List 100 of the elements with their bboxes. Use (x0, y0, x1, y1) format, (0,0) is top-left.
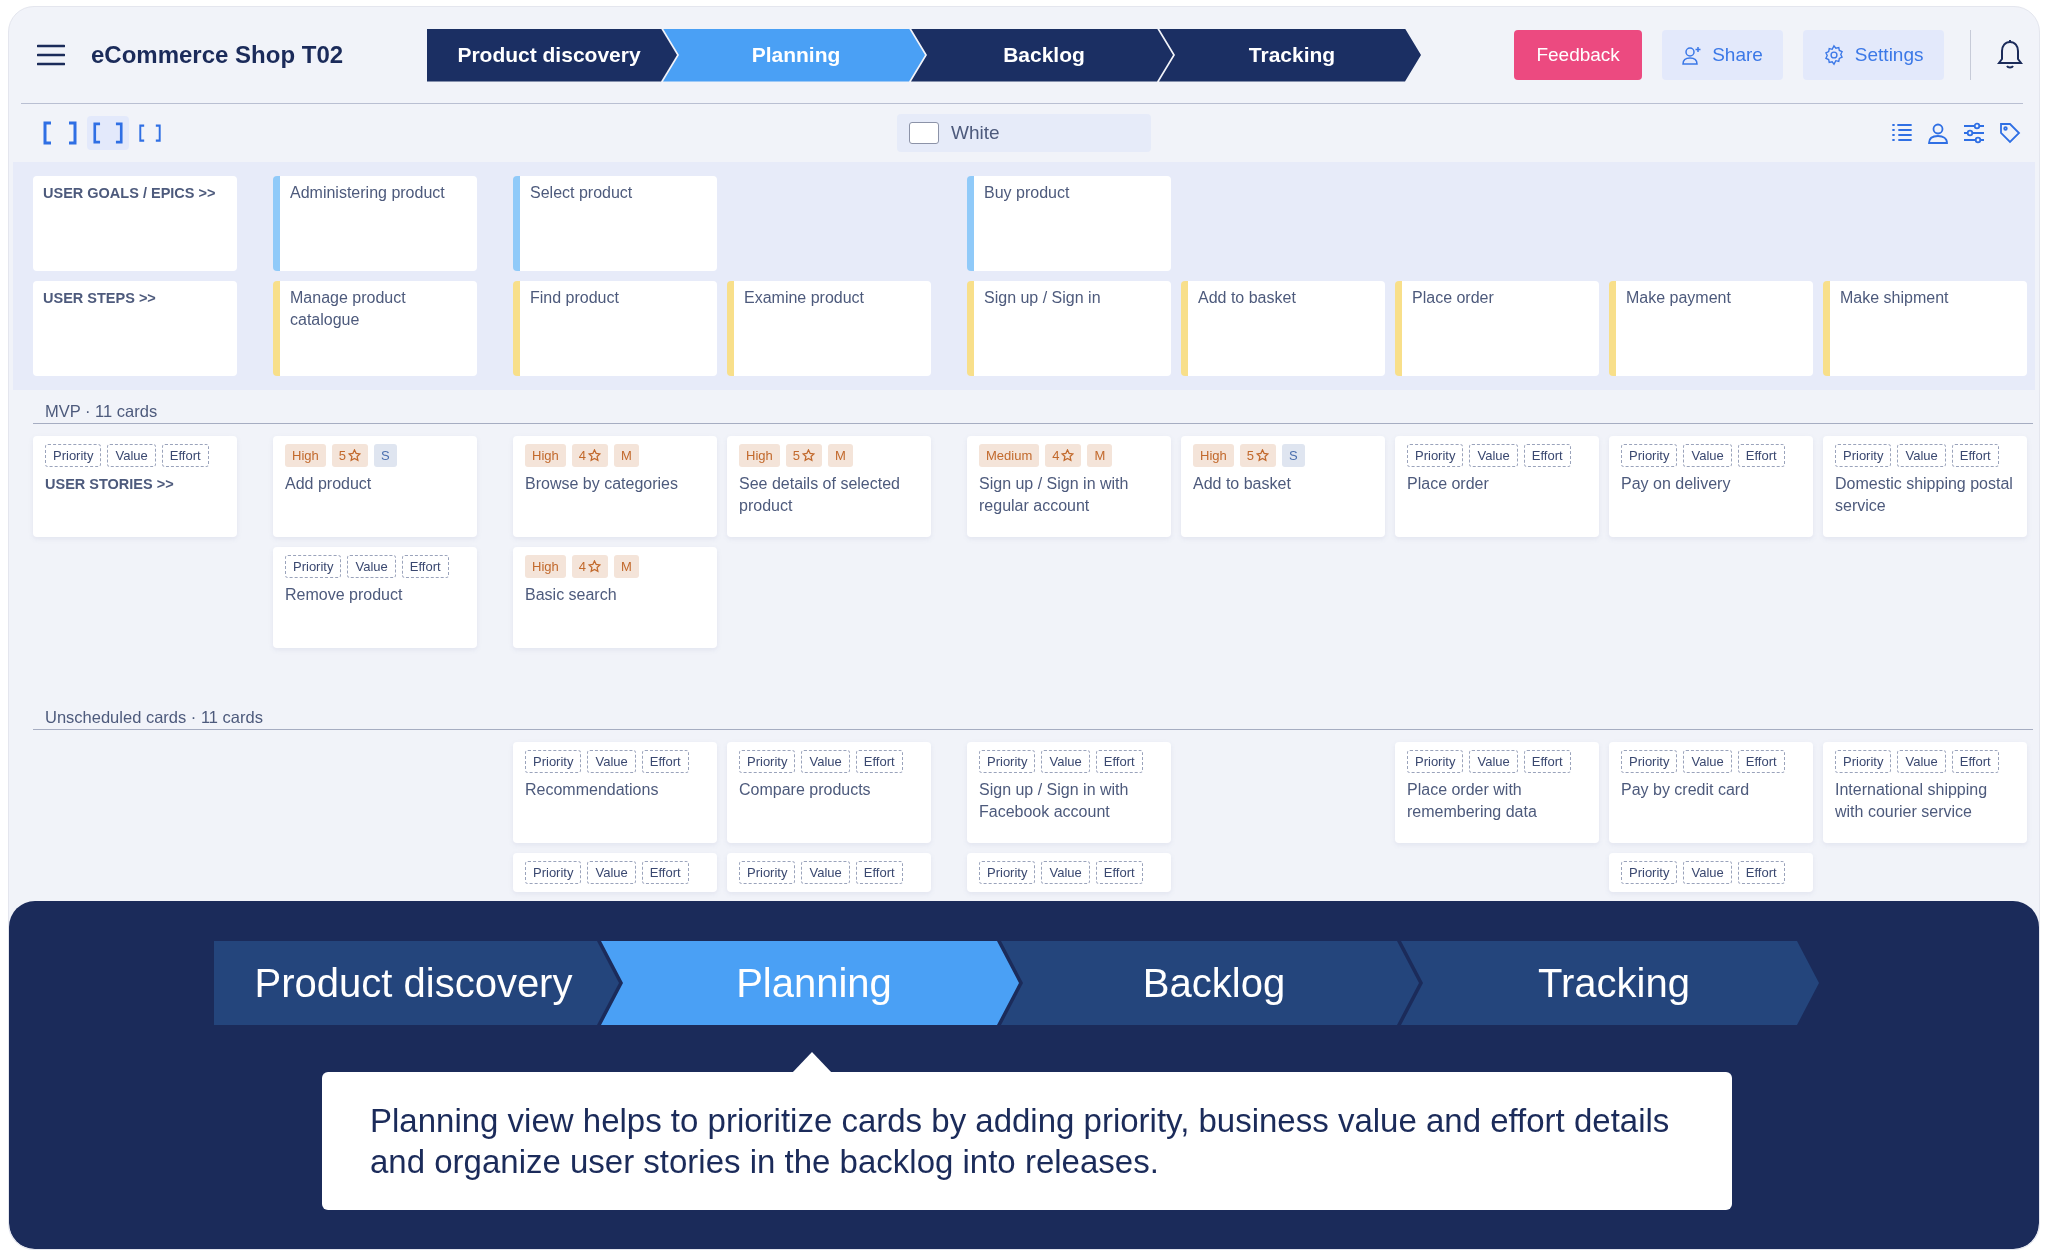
step-card[interactable]: Examine product (727, 281, 931, 376)
story-card[interactable]: Priority Value Effort Compare products (727, 742, 931, 843)
tag-placeholder[interactable]: Priority (1621, 861, 1678, 884)
tag-placeholder[interactable]: Value (347, 555, 396, 578)
tag-placeholder[interactable]: Effort (1095, 750, 1143, 773)
tag-placeholder[interactable]: Priority (525, 750, 582, 773)
tag-placeholder[interactable]: Effort (401, 555, 449, 578)
effort-tag[interactable]: S (1282, 444, 1305, 467)
tag-placeholder[interactable]: Value (1683, 861, 1732, 884)
sliders-icon[interactable] (1963, 122, 1985, 144)
story-card[interactable]: Priority Value Effort (1609, 853, 1813, 892)
stage-tab[interactable]: Product discovery (214, 941, 619, 1025)
tag-placeholder[interactable]: Priority (739, 861, 796, 884)
story-card[interactable]: Priority Value Effort (967, 853, 1171, 892)
stage-tab[interactable]: Backlog (911, 28, 1173, 82)
tag-placeholder[interactable]: Priority (979, 861, 1036, 884)
story-title: Add product (285, 474, 373, 494)
story-card[interactable]: Priority Value Effort Recommendations (513, 742, 717, 843)
tag-placeholder[interactable]: Value (587, 750, 636, 773)
row-label-card: Priority Value Effort USER STORIES >> (33, 436, 237, 537)
tag-placeholder[interactable]: Value (801, 750, 850, 773)
tag-placeholder[interactable]: Value (1683, 750, 1732, 773)
story-title: Basic search (525, 585, 618, 605)
row-label-card: USER GOALS / EPICS >> (33, 176, 237, 271)
tag-placeholder[interactable]: Value (1041, 750, 1090, 773)
tag-placeholder[interactable]: Effort (1737, 861, 1785, 884)
story-card[interactable]: High 5 S Add to basket (1181, 436, 1385, 537)
zoom-level-button[interactable] (87, 116, 129, 150)
effort-tag[interactable]: S (374, 444, 397, 467)
story-card[interactable]: Priority Value Effort Domestic shipping postal service (1823, 436, 2027, 537)
step-card[interactable]: Make shipment (1823, 281, 2027, 376)
story-card[interactable]: High 5 S Add product (273, 436, 477, 537)
story-card[interactable]: Priority Value Effort Sign up / Sign in with Facebook account (967, 742, 1171, 843)
share-button[interactable]: Share (1662, 30, 1783, 80)
tag-placeholder[interactable]: Priority (1835, 750, 1892, 773)
tag-placeholder[interactable]: Value (1683, 444, 1732, 467)
person-icon[interactable] (1927, 122, 1949, 144)
tag-placeholder[interactable]: Value (1897, 444, 1946, 467)
epic-card[interactable]: Select product (513, 176, 717, 271)
tag-placeholder[interactable]: Value (1469, 750, 1518, 773)
tag-placeholder[interactable]: Priority (1407, 444, 1464, 467)
card-color-select[interactable]: White (897, 114, 1151, 152)
tag-placeholder[interactable]: Effort (161, 444, 209, 467)
tag-placeholder[interactable]: Priority (979, 750, 1036, 773)
tag-placeholder[interactable]: Value (107, 444, 156, 467)
step-card[interactable]: Place order (1395, 281, 1599, 376)
tag-placeholder[interactable]: Priority (1621, 444, 1678, 467)
feedback-button[interactable]: Feedback (1514, 30, 1643, 80)
star-icon (1256, 449, 1269, 462)
stage-tab[interactable]: Product discovery (427, 28, 677, 82)
tag-placeholder[interactable]: Priority (1407, 750, 1464, 773)
step-card[interactable]: Find product (513, 281, 717, 376)
epic-card[interactable]: Administering product (273, 176, 477, 271)
tag-placeholder[interactable]: Effort (1737, 750, 1785, 773)
story-title: Recommendations (525, 780, 660, 800)
release-title: MVP · 11 cards (45, 402, 158, 420)
tag-placeholder[interactable]: Priority (1835, 444, 1892, 467)
tag-placeholder[interactable]: Priority (285, 555, 342, 578)
story-card[interactable]: Priority Value Effort Pay on delivery (1609, 436, 1813, 537)
tag-placeholder[interactable]: Effort (1951, 444, 1999, 467)
tag-placeholder[interactable]: Value (1041, 861, 1090, 884)
tag-placeholder[interactable]: Priority (739, 750, 796, 773)
tag-placeholder[interactable]: Effort (1095, 861, 1143, 884)
tag-placeholder[interactable]: Effort (641, 750, 689, 773)
tag-placeholder[interactable]: Effort (855, 861, 903, 884)
tag-placeholder[interactable]: Effort (1523, 444, 1571, 467)
tag-placeholder[interactable]: Effort (1523, 750, 1571, 773)
tag-placeholder[interactable]: Effort (855, 750, 903, 773)
menu-icon[interactable] (37, 44, 65, 66)
story-title: Remove product (285, 585, 404, 605)
story-card[interactable]: Priority Value Effort Pay by credit card (1609, 742, 1813, 843)
step-card[interactable]: Sign up / Sign in (967, 281, 1171, 376)
tag-placeholder[interactable]: Effort (1737, 444, 1785, 467)
tag-placeholder[interactable]: Effort (641, 861, 689, 884)
tag-placeholder[interactable]: Priority (1621, 750, 1678, 773)
tag-placeholder[interactable]: Priority (45, 444, 102, 467)
story-card[interactable]: Priority Value Effort Place order (1395, 436, 1599, 537)
epic-card[interactable]: Buy product (967, 176, 1171, 271)
tag-placeholder[interactable]: Value (801, 861, 850, 884)
story-card[interactable]: Priority Value Effort (513, 853, 717, 892)
step-card[interactable]: Add to basket (1181, 281, 1385, 376)
story-card[interactable]: Priority Value Effort Remove product (273, 547, 477, 648)
tag-icon[interactable] (1999, 122, 2021, 144)
stage-tab[interactable]: Tracking (1159, 28, 1421, 82)
stage-tab[interactable]: Tracking (1401, 941, 1819, 1025)
story-card[interactable]: Priority Value Effort International shipping with courier service (1823, 742, 2027, 843)
tag-placeholder[interactable]: Value (587, 861, 636, 884)
step-card[interactable]: Manage product catalogue (273, 281, 477, 376)
story-title: Sign up / Sign in with regular account (979, 474, 1130, 516)
tag-placeholder[interactable]: Value (1897, 750, 1946, 773)
step-card[interactable]: Make payment (1609, 281, 1813, 376)
settings-icon (1822, 44, 1845, 66)
story-card[interactable]: Priority Value Effort Place order with remembering data (1395, 742, 1599, 843)
bell-icon[interactable] (1997, 39, 2023, 71)
tag-placeholder[interactable]: Value (1469, 444, 1518, 467)
tag-placeholder[interactable]: Priority (525, 861, 582, 884)
story-card[interactable]: Priority Value Effort (727, 853, 931, 892)
list-icon[interactable] (1891, 122, 1913, 144)
tag-placeholder[interactable]: Effort (1951, 750, 1999, 773)
stage-tab[interactable]: Backlog (1001, 941, 1419, 1025)
